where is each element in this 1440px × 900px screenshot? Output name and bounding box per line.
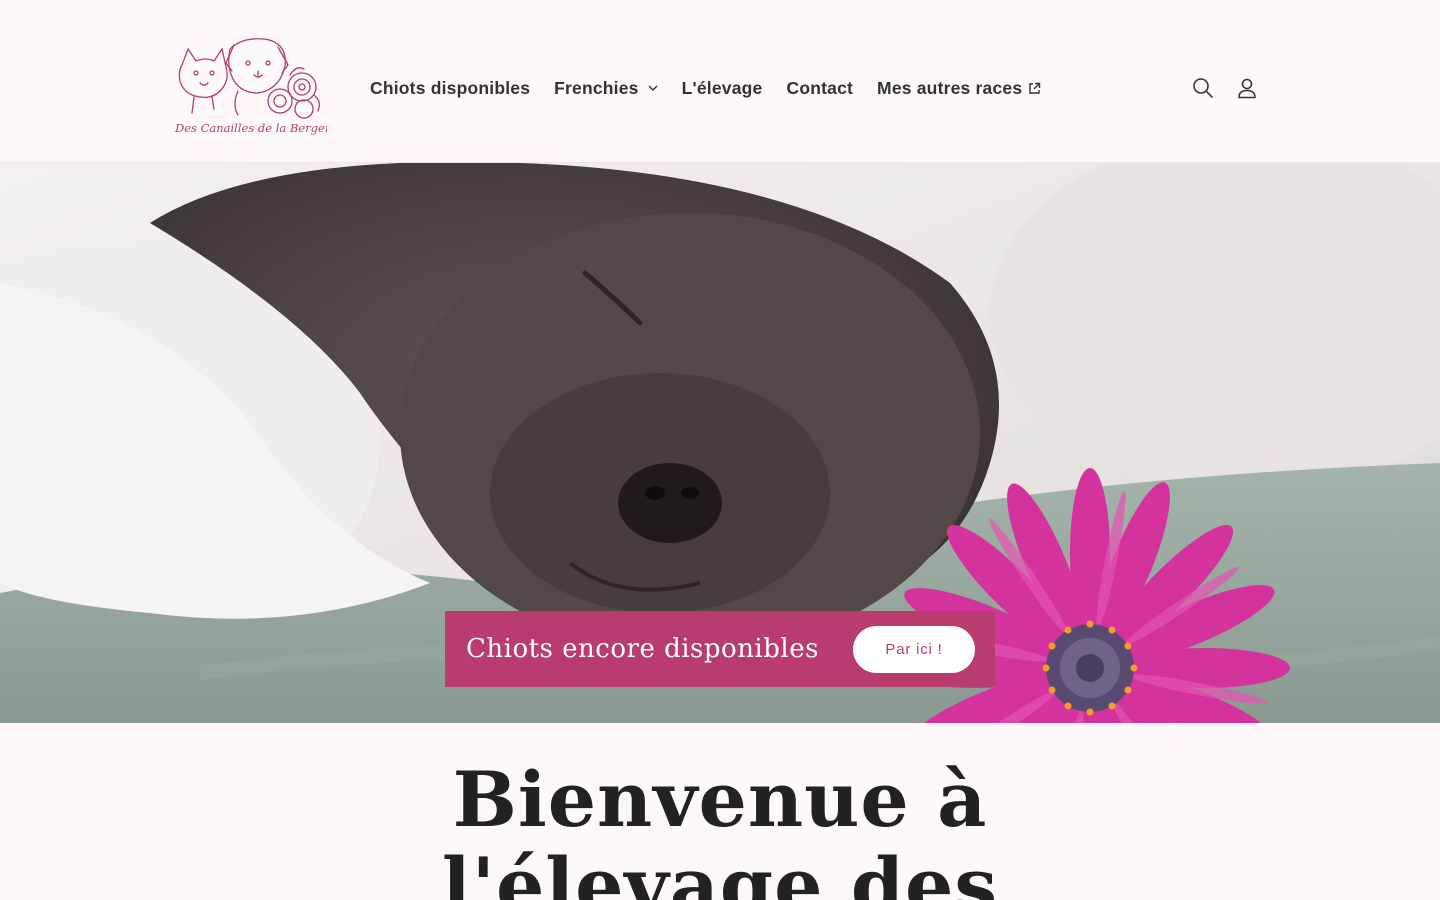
welcome-line-2: l'élevage des [441, 841, 999, 900]
banner-title: Chiots encore disponibles [466, 634, 819, 664]
hero-banner: Chiots encore disponibles Par ici ! [445, 611, 995, 687]
nav-frenchies[interactable]: Frenchies [542, 78, 669, 99]
external-link-icon [1029, 82, 1041, 94]
brand-logo[interactable]: Des Canailles de la Bergerie [172, 35, 341, 141]
nav-chiots-disponibles[interactable]: Chiots disponibles [358, 78, 542, 99]
header-icons [1181, 66, 1269, 110]
nav-label: Chiots disponibles [370, 77, 531, 98]
nav-label: Contact [786, 77, 854, 98]
nav-elevage[interactable]: L'élevage [670, 78, 775, 99]
site-header: Des Canailles de la Bergerie Chiots disp… [0, 0, 1440, 163]
welcome-heading: Bienvenue à l'élevage des [0, 757, 1440, 900]
nav-label: L'élevage [681, 77, 763, 98]
hero-section: Chiots encore disponibles Par ici ! [0, 163, 1440, 723]
search-button[interactable] [1181, 66, 1225, 110]
search-icon [1193, 78, 1213, 98]
account-icon [1238, 78, 1256, 99]
svg-text:Des Canailles de la Bergerie: Des Canailles de la Bergerie [174, 121, 327, 135]
nav-autres-races[interactable]: Mes autres races [865, 78, 1053, 99]
main-nav: Chiots disponibles Frenchies L'élevage C… [358, 70, 1053, 106]
chevron-down-icon [648, 85, 658, 91]
nav-label: Mes autres races [877, 77, 1023, 98]
account-button[interactable] [1225, 66, 1269, 110]
welcome-line-1: Bienvenue à [452, 755, 988, 844]
nav-contact[interactable]: Contact [775, 78, 866, 99]
nav-label: Frenchies [554, 77, 639, 98]
par-ici-button[interactable]: Par ici ! [853, 626, 975, 673]
